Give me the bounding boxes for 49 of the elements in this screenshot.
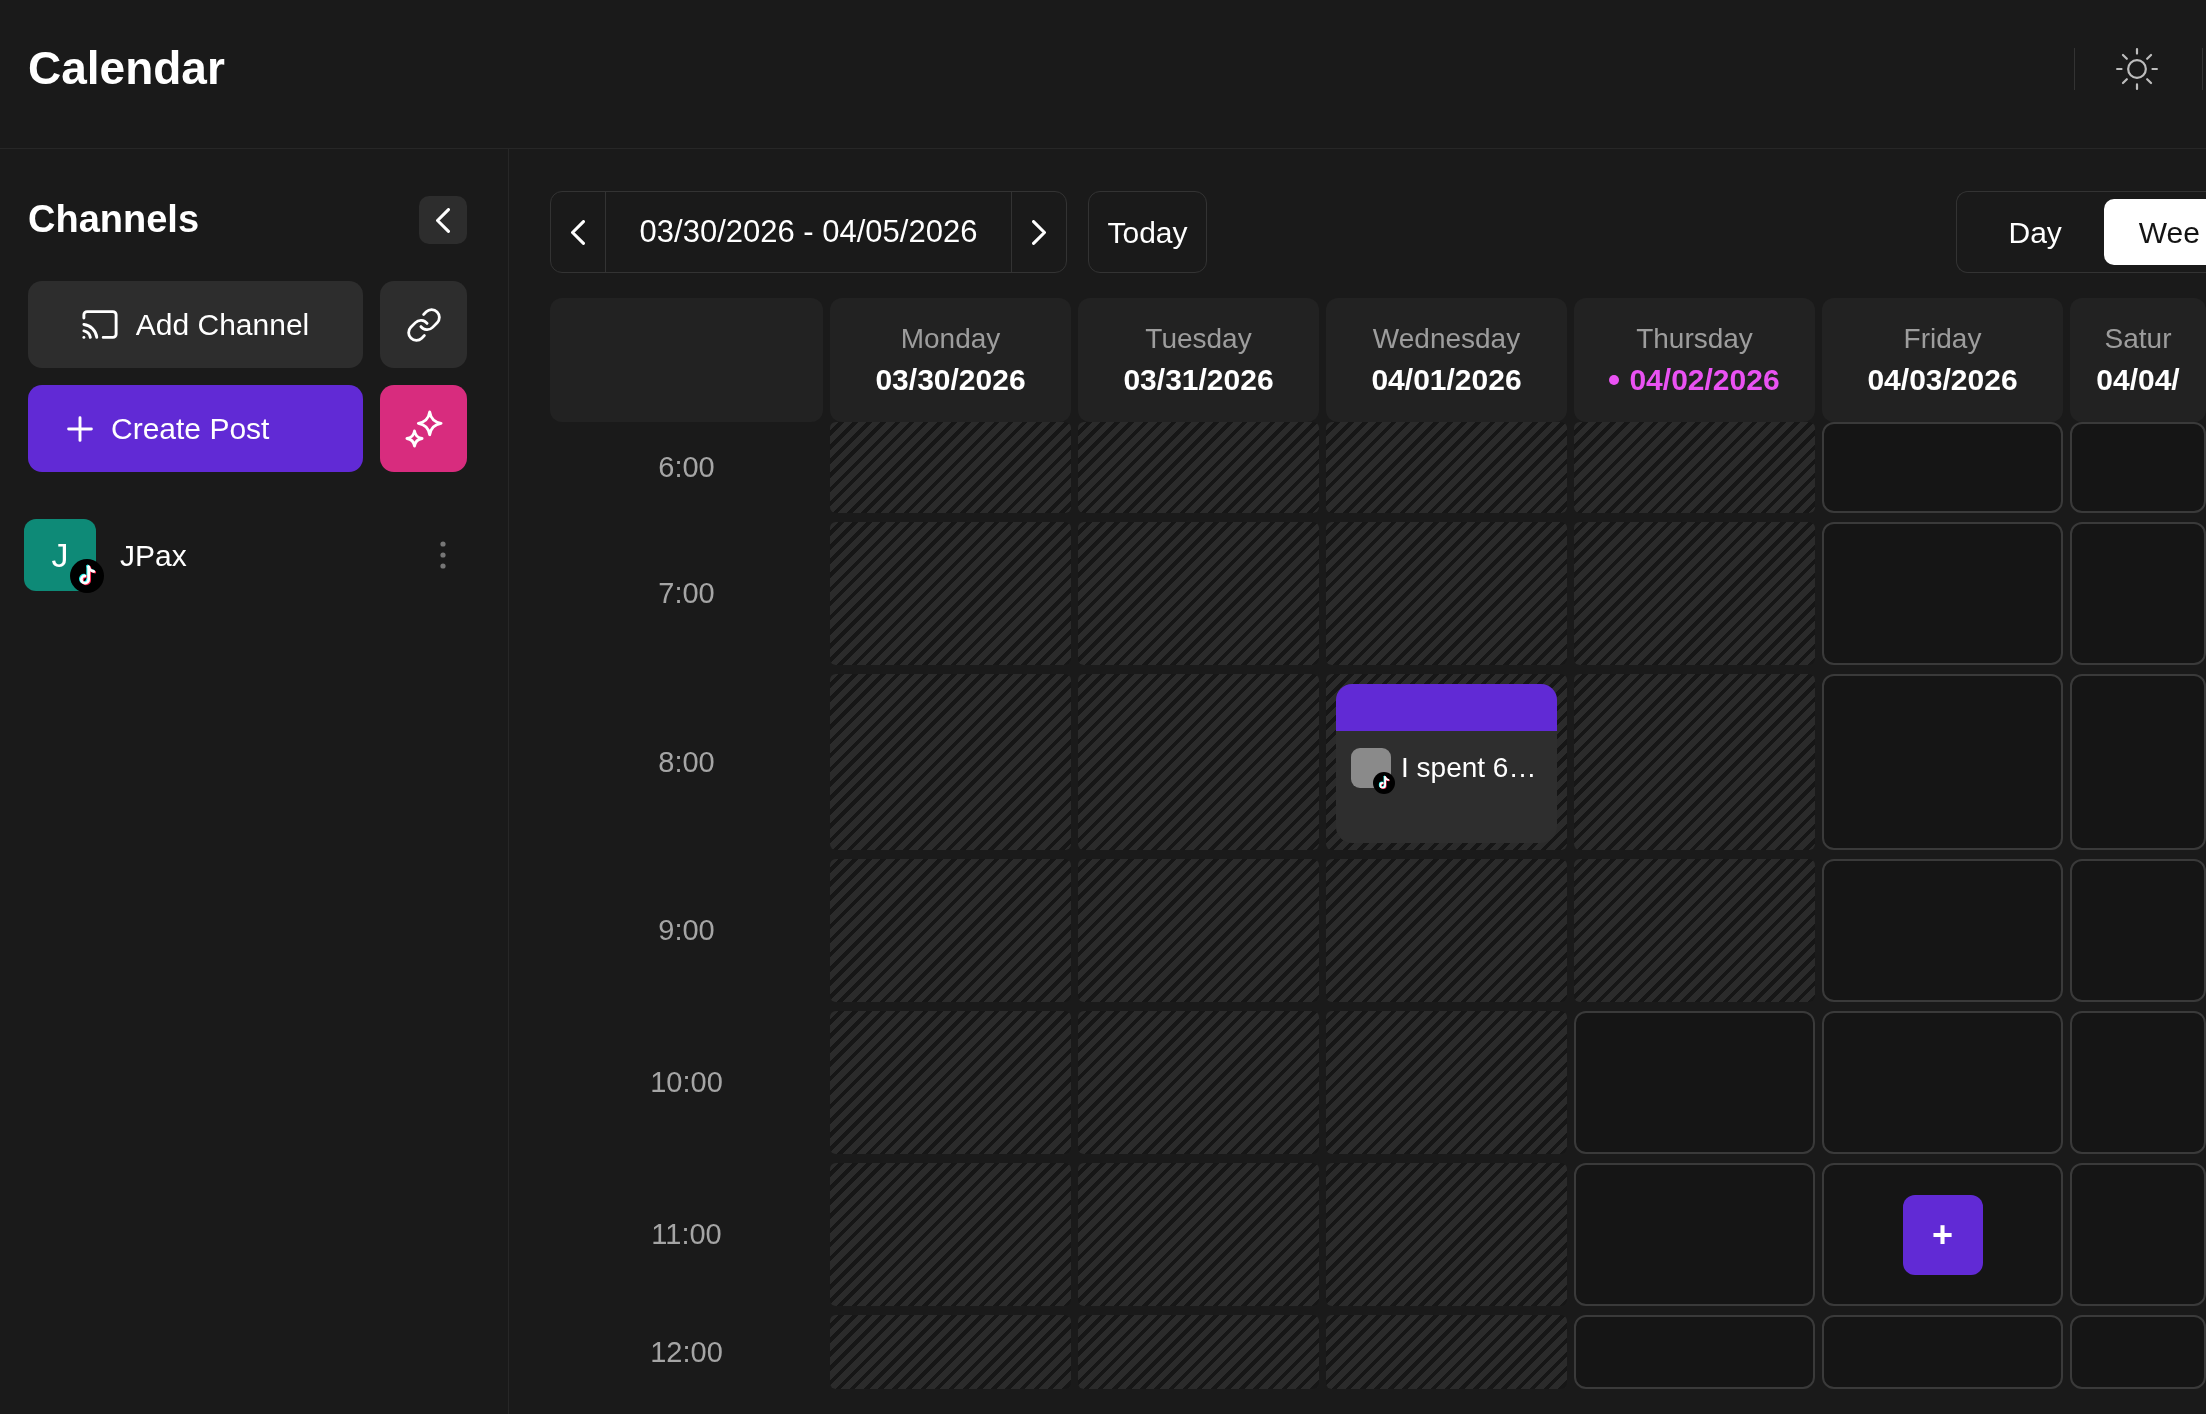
- day-date: 04/04/: [2096, 362, 2180, 399]
- view-tab[interactable]: Wee: [2103, 199, 2206, 265]
- page-title: Calendar: [28, 41, 225, 97]
- link-icon: [406, 307, 441, 342]
- chevron-right-icon: [1032, 219, 1046, 245]
- day-name: Tuesday: [1145, 321, 1252, 356]
- plus-icon: [67, 415, 93, 442]
- today-button[interactable]: Today: [1088, 191, 1207, 273]
- sidebar-title: Channels: [28, 199, 200, 241]
- time-label: 7:00: [658, 576, 715, 611]
- day-name: Wednesday: [1372, 321, 1521, 356]
- post-card[interactable]: I spent 6…: [1336, 684, 1557, 843]
- day-name: Thursday: [1636, 321, 1753, 356]
- music-note-icon: [70, 559, 104, 593]
- day-date: 03/31/2026: [1123, 362, 1274, 399]
- sparkles-icon: [404, 409, 443, 448]
- music-note-icon: [1373, 772, 1395, 794]
- collapse-sidebar-button[interactable]: [419, 196, 467, 244]
- add-channel-button[interactable]: Add Channel: [28, 281, 363, 368]
- more-options-button[interactable]: [440, 541, 446, 569]
- day-date: 04/01/2026: [1371, 362, 1522, 399]
- day-date: 04/02/2026: [1629, 362, 1780, 399]
- ai-button[interactable]: [380, 385, 467, 472]
- time-label: 6:00: [658, 450, 715, 485]
- day-date: 04/03/2026: [1867, 362, 2018, 399]
- day-name: Satur: [2104, 321, 2172, 356]
- more-vertical-icon: [440, 541, 446, 569]
- chevron-left-icon: [436, 207, 450, 233]
- sun-icon: [2116, 48, 2158, 90]
- time-label: 11:00: [651, 1217, 722, 1252]
- time-label: 10:00: [650, 1065, 723, 1100]
- time-label: 9:00: [658, 913, 715, 948]
- theme-toggle-button[interactable]: [2116, 48, 2158, 90]
- channel-name[interactable]: JPax: [120, 532, 187, 578]
- today-dot-icon: [1609, 375, 1620, 386]
- cast-icon: [81, 310, 118, 339]
- view-tab[interactable]: Day: [1973, 199, 2097, 265]
- chevron-left-icon: [571, 219, 585, 245]
- day-name: Monday: [900, 321, 1001, 356]
- link-button[interactable]: [380, 281, 467, 368]
- avatar-initial: J: [51, 538, 69, 572]
- time-label: 8:00: [658, 744, 715, 780]
- create-post-button[interactable]: Create Post: [28, 385, 363, 472]
- time-label: 12:00: [650, 1334, 723, 1370]
- add-post-button[interactable]: +: [1902, 1194, 1983, 1275]
- post-text: I spent 6…: [1401, 751, 1537, 785]
- date-range: 03/30/2026 - 04/05/2026: [638, 212, 979, 251]
- day-date: 03/30/2026: [875, 362, 1026, 399]
- day-name: Friday: [1903, 321, 1982, 356]
